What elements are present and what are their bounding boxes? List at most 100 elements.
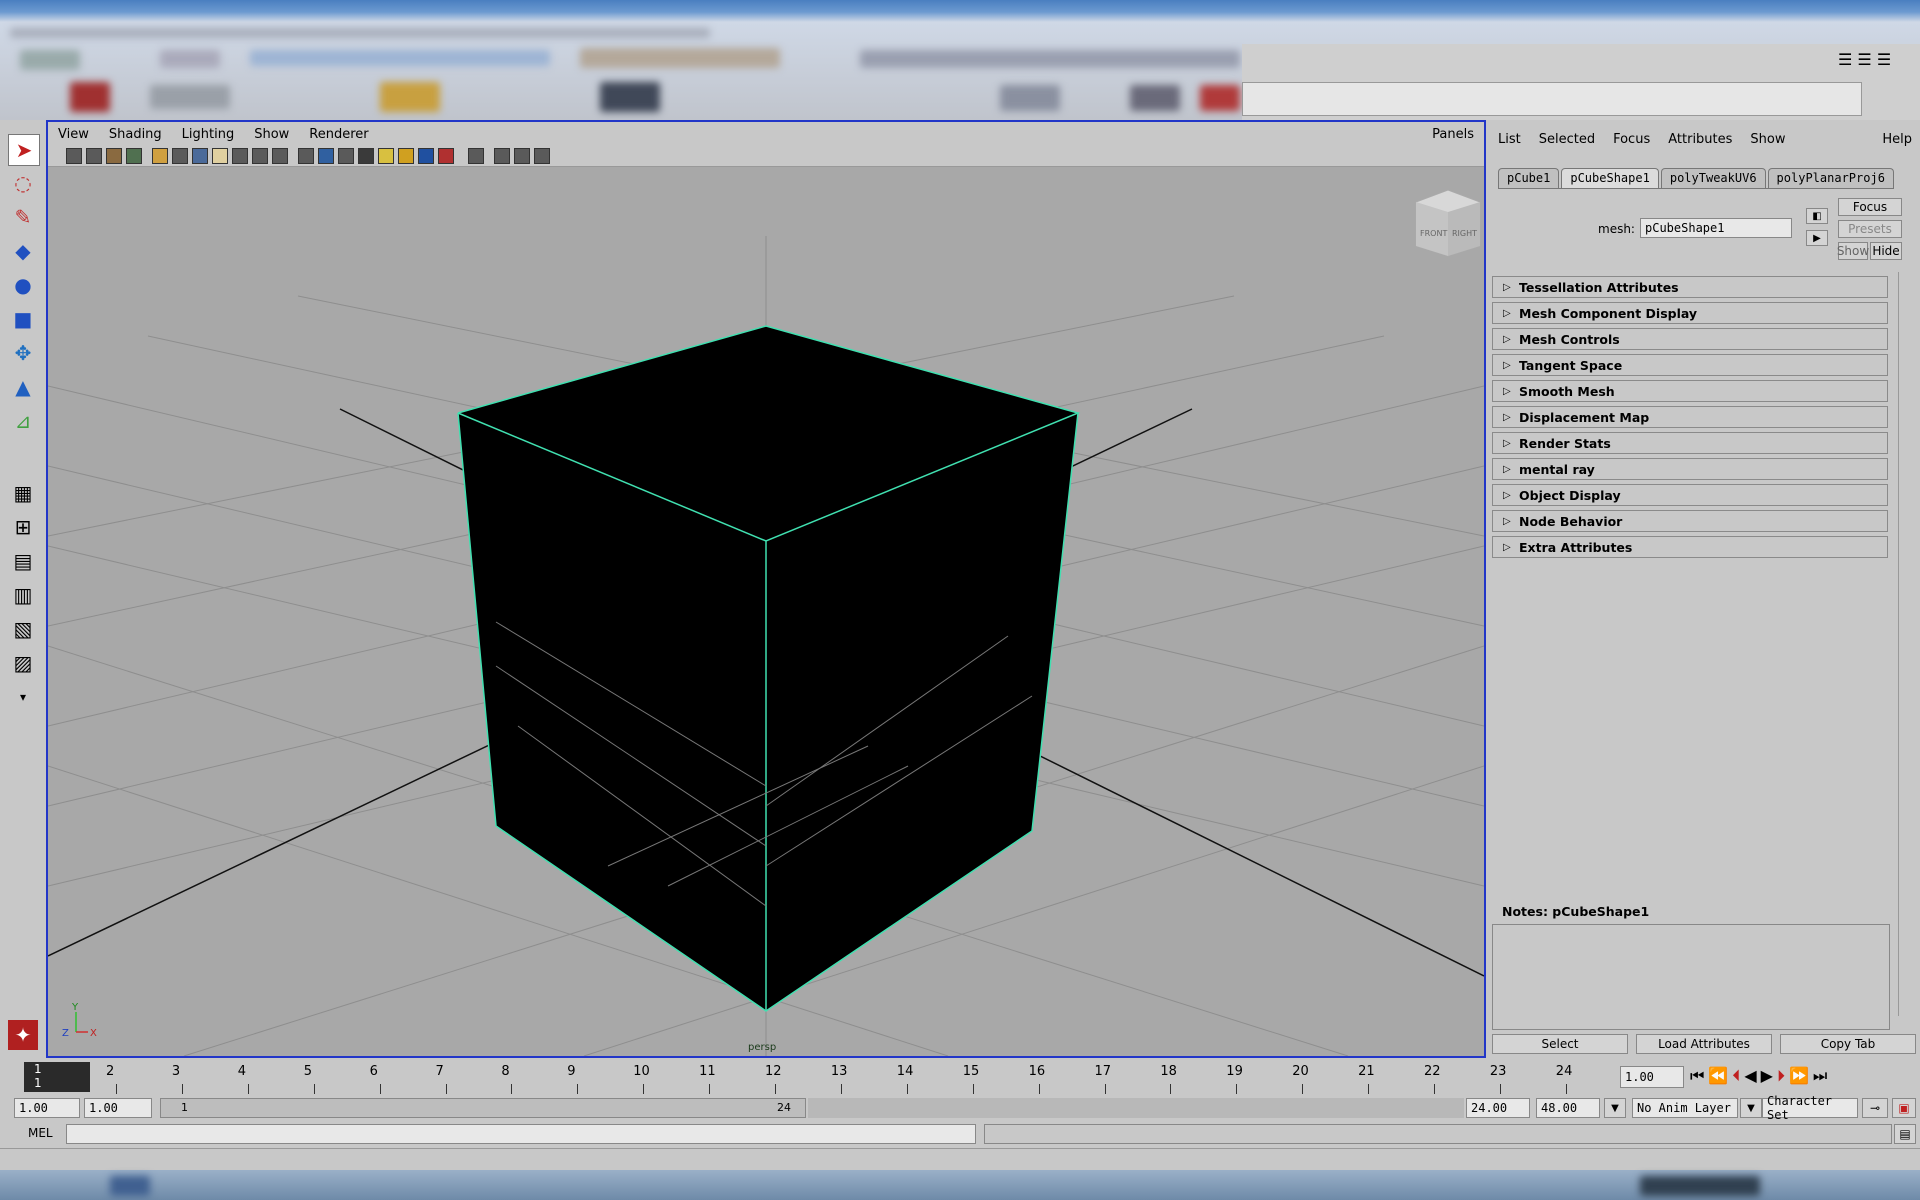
view-cube[interactable]: FRONT RIGHT bbox=[1415, 189, 1481, 257]
layout-four-icon[interactable]: ⊞ bbox=[8, 512, 38, 542]
hide-button[interactable]: Hide bbox=[1870, 242, 1902, 260]
section-smooth-mesh[interactable]: ▷ Smooth Mesh bbox=[1492, 380, 1888, 402]
command-history-field[interactable] bbox=[1242, 82, 1862, 116]
section-object-display[interactable]: ▷ Object Display bbox=[1492, 484, 1888, 506]
step-forward-frame-icon[interactable]: ⏵ bbox=[1777, 1066, 1785, 1088]
section-tessellation-attributes[interactable]: ▷ Tessellation Attributes bbox=[1492, 276, 1888, 298]
isolate-select-icon[interactable] bbox=[438, 148, 454, 164]
mel-command-input[interactable] bbox=[66, 1124, 976, 1144]
end-time-field[interactable]: 48.00 bbox=[1536, 1098, 1600, 1118]
scale-tool-icon[interactable]: ■ bbox=[8, 304, 38, 334]
ae-menu-attributes[interactable]: Attributes bbox=[1668, 132, 1732, 154]
lasso-tool-icon[interactable]: ◌ bbox=[8, 168, 38, 198]
universal-manipulator-icon[interactable]: ✥ bbox=[8, 338, 38, 368]
shadows-icon[interactable] bbox=[398, 148, 414, 164]
play-forwards-icon[interactable]: ▶ bbox=[1761, 1066, 1773, 1088]
depth-of-field-icon[interactable] bbox=[534, 148, 550, 164]
ae-scrollbar[interactable] bbox=[1898, 272, 1911, 1016]
show-button[interactable]: Show bbox=[1837, 242, 1869, 260]
safe-action-icon[interactable] bbox=[252, 148, 268, 164]
anim-layer-dropdown-icon[interactable]: ▼ bbox=[1740, 1098, 1762, 1118]
tab-pcubeshape1[interactable]: pCubeShape1 bbox=[1561, 168, 1659, 188]
multisample-icon[interactable] bbox=[514, 148, 530, 164]
ae-menu-help[interactable]: Help bbox=[1882, 132, 1912, 154]
tab-polytweakuv6[interactable]: polyTweakUV6 bbox=[1660, 168, 1766, 188]
playback-start-field[interactable]: 1.00 bbox=[84, 1098, 152, 1118]
layout-graph-icon[interactable]: ▨ bbox=[8, 648, 38, 678]
gate-mask-icon[interactable] bbox=[212, 148, 228, 164]
move-tool-icon[interactable]: ◆ bbox=[8, 236, 38, 266]
section-mental-ray[interactable]: ▷ mental ray bbox=[1492, 458, 1888, 480]
output-connection-icon[interactable]: ▶ bbox=[1806, 230, 1828, 246]
safe-title-icon[interactable] bbox=[272, 148, 288, 164]
textured-icon[interactable] bbox=[418, 148, 434, 164]
dropdown-arrow-icon[interactable]: ▼ bbox=[1604, 1098, 1626, 1118]
go-to-end-icon[interactable]: ⏭ bbox=[1813, 1066, 1827, 1088]
camera-attributes-icon[interactable] bbox=[86, 148, 102, 164]
layout-single-icon[interactable]: ▦ bbox=[8, 478, 38, 508]
screen-space-ao-icon[interactable] bbox=[494, 148, 510, 164]
section-extra-attributes[interactable]: ▷ Extra Attributes bbox=[1492, 536, 1888, 558]
start-time-field[interactable]: 1.00 bbox=[14, 1098, 80, 1118]
wireframe-on-shaded-icon[interactable] bbox=[338, 148, 354, 164]
copy-tab-button[interactable]: Copy Tab bbox=[1780, 1034, 1916, 1054]
viewport-panel[interactable]: View Shading Lighting Show Renderer Pane… bbox=[46, 120, 1486, 1058]
layout-outliner-icon[interactable]: ▧ bbox=[8, 614, 38, 644]
section-displacement-map[interactable]: ▷ Displacement Map bbox=[1492, 406, 1888, 428]
current-time-field[interactable]: 1.00 bbox=[1620, 1066, 1684, 1088]
auto-key-icon[interactable]: ⊸ bbox=[1862, 1098, 1888, 1118]
range-slider[interactable]: 1 24 bbox=[160, 1098, 806, 1118]
select-button[interactable]: Select bbox=[1492, 1034, 1628, 1054]
soft-modification-icon[interactable]: ▲ bbox=[8, 372, 38, 402]
viewport-scene[interactable]: FRONT RIGHT Y Z X persp bbox=[48, 166, 1484, 1056]
time-slider[interactable]: 1 1 2 3 4 5 6 7 8 9 10 11 12 13 14 15 16 17 18 19 20 21 22 23… bbox=[0, 1058, 1920, 1096]
tab-pcube1[interactable]: pCube1 bbox=[1498, 168, 1560, 188]
character-set-field[interactable]: Character Set bbox=[1762, 1094, 1858, 1122]
show-manipulator-icon[interactable]: ⊿ bbox=[8, 406, 38, 436]
section-mesh-component-display[interactable]: ▷ Mesh Component Display bbox=[1492, 302, 1888, 324]
film-gate-icon[interactable] bbox=[172, 148, 188, 164]
input-connection-icon[interactable]: ◧ bbox=[1806, 208, 1828, 224]
menu-view[interactable]: View bbox=[58, 127, 89, 142]
section-tangent-space[interactable]: ▷ Tangent Space bbox=[1492, 354, 1888, 376]
range-slider-track[interactable] bbox=[808, 1098, 1464, 1118]
ae-menu-selected[interactable]: Selected bbox=[1539, 132, 1595, 154]
layout-icons[interactable]: ☰ ☰ ☰ bbox=[1838, 50, 1918, 72]
field-chart-icon[interactable] bbox=[232, 148, 248, 164]
menu-lighting[interactable]: Lighting bbox=[182, 127, 235, 142]
select-camera-icon[interactable] bbox=[66, 148, 82, 164]
go-to-start-icon[interactable]: ⏮ bbox=[1690, 1066, 1704, 1088]
anim-layer-field[interactable]: No Anim Layer bbox=[1632, 1098, 1738, 1118]
section-mesh-controls[interactable]: ▷ Mesh Controls bbox=[1492, 328, 1888, 350]
script-editor-icon[interactable]: ▤ bbox=[1894, 1124, 1916, 1144]
cube-mesh[interactable] bbox=[457, 325, 1081, 1012]
menu-panels[interactable]: Panels bbox=[1432, 127, 1474, 142]
high-quality-icon[interactable] bbox=[468, 148, 484, 164]
menu-renderer[interactable]: Renderer bbox=[309, 127, 368, 142]
image-plane-icon[interactable] bbox=[126, 148, 142, 164]
section-render-stats[interactable]: ▷ Render Stats bbox=[1492, 432, 1888, 454]
resolution-gate-icon[interactable] bbox=[192, 148, 208, 164]
mel-label[interactable]: MEL bbox=[28, 1126, 53, 1140]
current-frame-marker[interactable]: 1 1 bbox=[24, 1062, 90, 1092]
grid-icon[interactable] bbox=[152, 148, 168, 164]
bookmark-icon[interactable] bbox=[106, 148, 122, 164]
lights-icon[interactable] bbox=[378, 148, 394, 164]
step-back-key-icon[interactable]: ⏪ bbox=[1708, 1066, 1728, 1088]
ae-menu-list[interactable]: List bbox=[1498, 132, 1521, 154]
play-backwards-icon[interactable]: ◀ bbox=[1744, 1066, 1756, 1088]
step-forward-key-icon[interactable]: ⏩ bbox=[1789, 1066, 1809, 1088]
rotate-tool-icon[interactable]: ● bbox=[8, 270, 38, 300]
select-tool-icon[interactable]: ➤ bbox=[8, 134, 40, 166]
presets-button[interactable]: Presets bbox=[1838, 220, 1902, 238]
layout-dropdown-icon[interactable]: ▾ bbox=[8, 682, 38, 712]
menu-shading[interactable]: Shading bbox=[109, 127, 162, 142]
focus-button[interactable]: Focus bbox=[1838, 198, 1902, 216]
menu-show[interactable]: Show bbox=[254, 127, 289, 142]
wireframe-icon[interactable] bbox=[298, 148, 314, 164]
layout-hypershade-icon[interactable]: ▥ bbox=[8, 580, 38, 610]
xray-icon[interactable] bbox=[358, 148, 374, 164]
notes-textarea[interactable] bbox=[1492, 924, 1890, 1030]
layout-persp-graph-icon[interactable]: ▤ bbox=[8, 546, 38, 576]
paint-select-tool-icon[interactable]: ✎ bbox=[8, 202, 38, 232]
